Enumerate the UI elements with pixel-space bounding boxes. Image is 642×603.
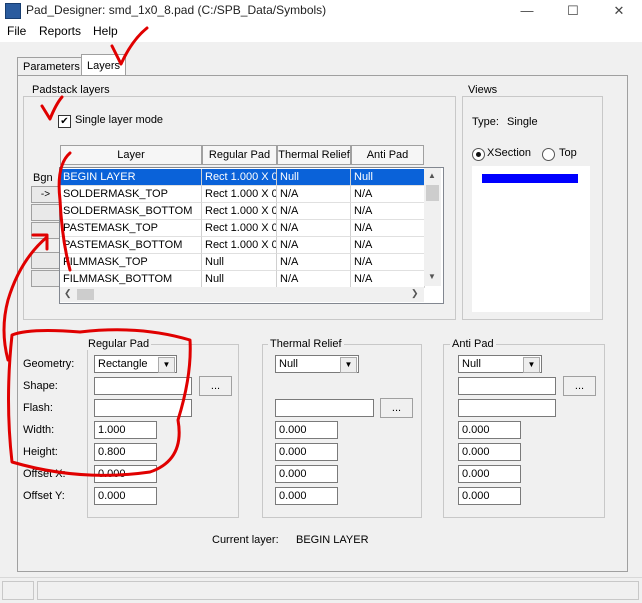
red-annotation-overlay xyxy=(2,26,192,477)
annotation-bracket-arrow xyxy=(57,151,72,272)
annotation-check-single-layer xyxy=(40,95,64,121)
annotation-check-layers xyxy=(110,26,149,66)
annotation-circle-regular-pad xyxy=(7,328,192,477)
